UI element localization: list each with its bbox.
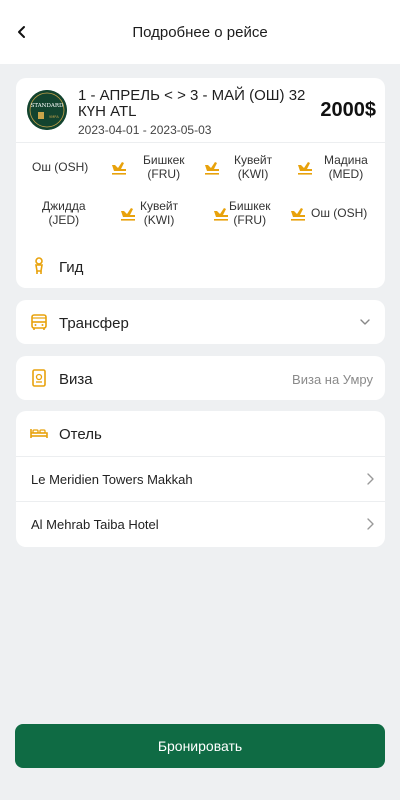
trip-price: 2000$ xyxy=(320,99,376,121)
trip-title: 1 - АПРЕЛЬ < > 3 - МАЙ (ОШ) 32 КҮН ATL xyxy=(78,87,306,120)
chevron-down-icon[interactable] xyxy=(359,316,371,328)
hotel-label: Отель xyxy=(59,426,102,443)
book-button[interactable]: Бронировать xyxy=(15,724,385,768)
visa-label: Виза xyxy=(59,371,93,388)
route-stop: Мадина (MED) xyxy=(324,153,368,181)
airplane-landing-icon xyxy=(291,208,305,221)
visa-row[interactable]: Виза Виза на Умру xyxy=(16,356,385,400)
hotel-item[interactable]: Al Mehrab Taiba Hotel xyxy=(16,501,385,546)
hotel-name: Al Mehrab Taiba Hotel xyxy=(31,517,159,532)
airplane-landing-icon xyxy=(205,162,219,175)
chevron-right-icon xyxy=(367,473,374,485)
svg-text:STANDARD: STANDARD xyxy=(31,103,64,109)
route-outbound: Ош (OSH) Бишкек (FRU) Кувейт (KWI) Мадина(… xyxy=(16,149,385,185)
guide-label: Гид xyxy=(59,259,84,276)
bus-icon xyxy=(31,314,47,330)
agency-logo: STANDARD УМРА xyxy=(27,90,67,130)
route-return: Джидда (JED) Кувейт (KWI) Бишкек (FRU) Ош (… xyxy=(16,195,385,231)
route-stop: Кувейт (KWI) xyxy=(140,199,179,227)
divider xyxy=(16,142,385,143)
airplane-landing-icon xyxy=(121,208,135,221)
airplane-landing-icon xyxy=(112,162,126,175)
route-stop: Бишкек (FRU) xyxy=(143,153,185,181)
airplane-landing-icon xyxy=(214,208,228,221)
page-title: Подробнее о рейсе xyxy=(132,24,268,41)
trip-card[interactable]: STANDARD УМРА 1 - АПРЕЛЬ < > 3 - МАЙ (ОШ… xyxy=(16,78,385,261)
transfer-label: Трансфер xyxy=(59,315,129,332)
hotel-name: Le Meridien Towers Makkah xyxy=(31,472,193,487)
route-stop: Ош (OSH) xyxy=(32,160,89,174)
hotel-card: Отель Le Meridien Towers Makkah Al Mehra… xyxy=(16,411,385,547)
trip-dates: 2023-04-01 - 2023-05-03 xyxy=(78,123,212,137)
route-stop: Джидда (JED) xyxy=(42,199,86,227)
transfer-row[interactable]: Трансфер xyxy=(16,300,385,344)
passport-icon xyxy=(32,369,46,387)
guide-row[interactable]: Гид xyxy=(16,244,385,288)
route-stop: Бишкек (FRU) xyxy=(229,199,271,227)
route-stop: Ош (OSH) xyxy=(311,206,368,220)
chevron-right-icon xyxy=(367,518,374,530)
hotel-header: Отель xyxy=(16,411,385,456)
person-icon xyxy=(35,257,43,274)
hotel-item[interactable]: Le Meridien Towers Makkah xyxy=(16,456,385,501)
bed-icon xyxy=(30,429,48,438)
route-stop: Кувейт (KWI) xyxy=(234,153,273,181)
top-bar: Подробнее о рейсе xyxy=(0,0,400,64)
visa-value: Виза на Умру xyxy=(292,372,373,387)
airplane-landing-icon xyxy=(298,162,312,175)
svg-text:УМРА: УМРА xyxy=(49,115,59,119)
